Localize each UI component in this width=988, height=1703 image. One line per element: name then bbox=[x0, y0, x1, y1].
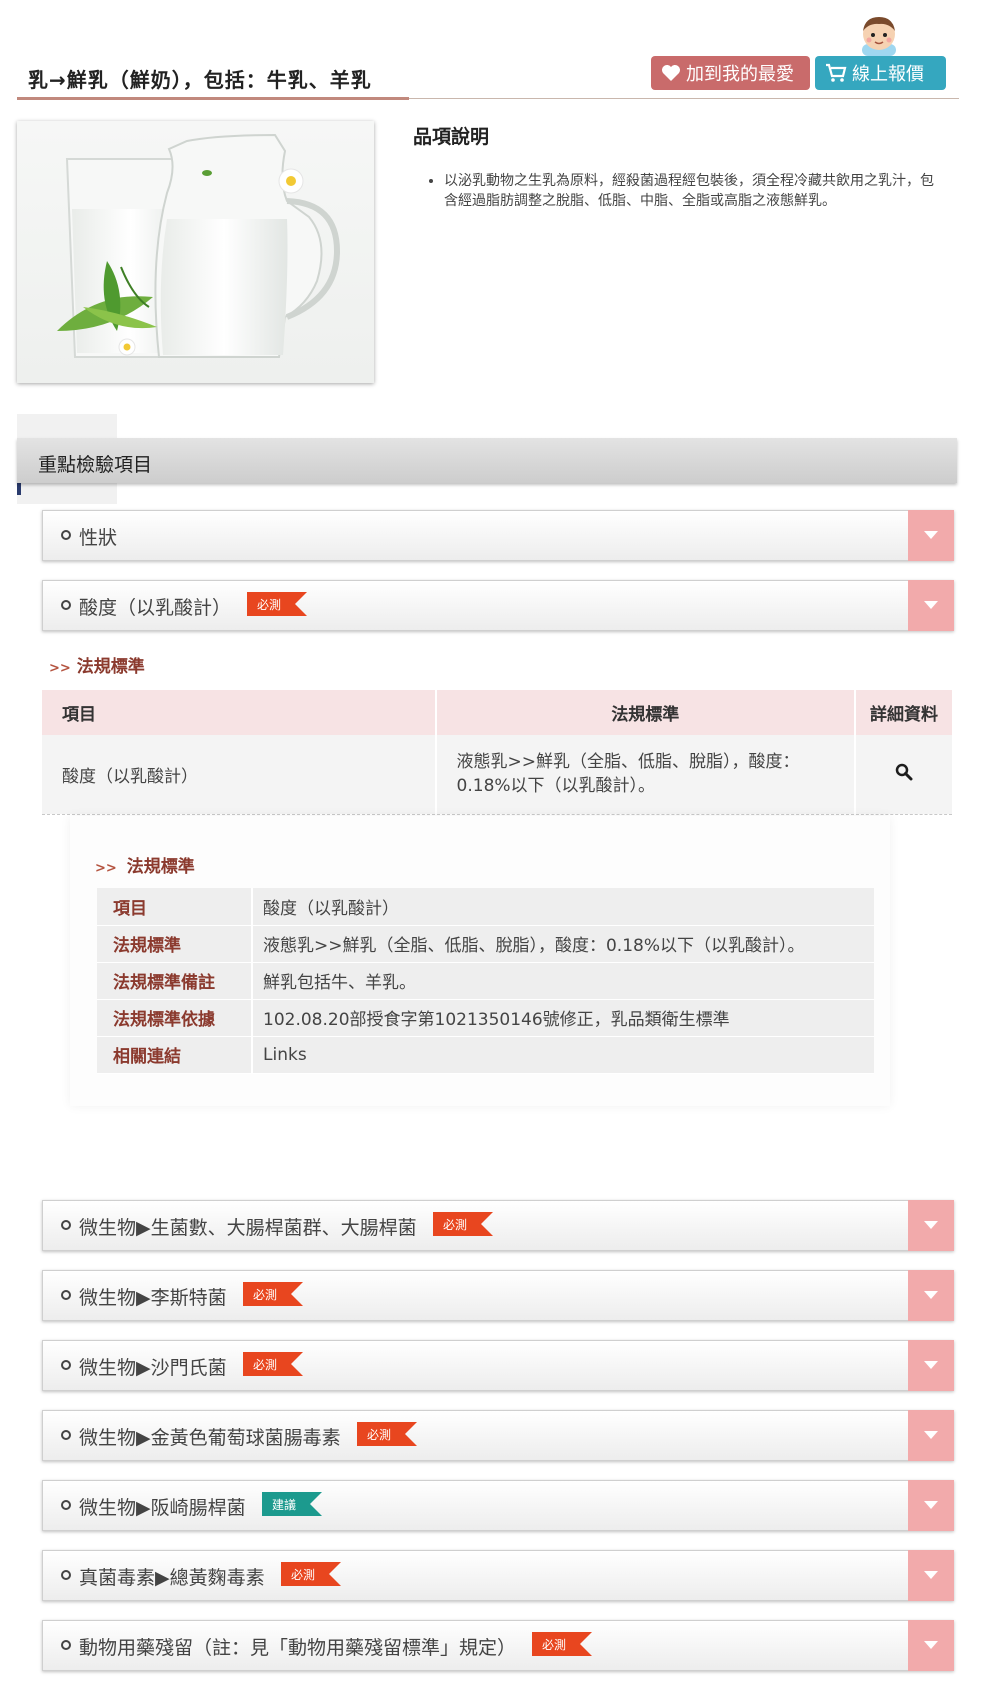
chevron-down-icon[interactable] bbox=[908, 1200, 954, 1251]
chevron-down-icon[interactable] bbox=[908, 1550, 954, 1601]
accordion-item-cronobacter[interactable]: 微生物▶阪崎腸桿菌 建議 bbox=[42, 1480, 954, 1531]
svg-text:必測: 必測 bbox=[367, 1428, 391, 1442]
cell-item: 酸度（以乳酸計） bbox=[42, 735, 437, 815]
add-to-favorites-button[interactable]: 加到我的最愛 bbox=[651, 56, 810, 90]
accordion-label: 微生物▶沙門氏菌 必測 bbox=[79, 1352, 303, 1383]
table-row: 酸度（以乳酸計） 液態乳>>鮮乳（全脂、低脂、脫脂），酸度：0.18%以下（以乳… bbox=[42, 735, 954, 815]
required-tag: 必測 bbox=[356, 1422, 417, 1451]
chevron-down-icon[interactable] bbox=[908, 580, 954, 631]
svg-text:必測: 必測 bbox=[253, 1358, 277, 1372]
svg-text:必測: 必測 bbox=[291, 1568, 315, 1582]
column-header-detail: 詳細資料 bbox=[855, 690, 954, 735]
detail-value: 酸度（以乳酸計） bbox=[252, 888, 874, 926]
table-row: 法規標準 液態乳>>鮮乳（全脂、低脂、脫脂），酸度：0.18%以下（以乳酸計）。 bbox=[97, 925, 874, 963]
column-header-item: 項目 bbox=[42, 690, 437, 735]
detail-cell bbox=[855, 735, 954, 815]
accordion-label: 微生物▶李斯特菌 必測 bbox=[79, 1282, 303, 1313]
accordion-label: 微生物▶金黃色葡萄球菌腸毒素 必測 bbox=[79, 1422, 417, 1453]
accordion-label: 酸度（以乳酸計） 必測 bbox=[79, 592, 308, 623]
title-underline-accent bbox=[17, 97, 409, 100]
accordion-item-staph-enterotoxin[interactable]: 微生物▶金黃色葡萄球菌腸毒素 必測 bbox=[42, 1410, 954, 1461]
accordion-item-acidity[interactable]: 酸度（以乳酸計） 必測 bbox=[42, 580, 954, 631]
accordion-item-aflatoxin[interactable]: 真菌毒素▶總黃麴毒素 必測 bbox=[42, 1550, 954, 1601]
detail-key: 法規標準備註 bbox=[97, 962, 253, 1000]
detail-key: 法規標準依據 bbox=[97, 999, 253, 1037]
cell-standard: 液態乳>>鮮乳（全脂、低脂、脫脂），酸度：0.18%以下（以乳酸計）。 bbox=[435, 735, 857, 815]
table-row: 法規標準備註 鮮乳包括牛、羊乳。 bbox=[97, 962, 874, 1000]
chevron-down-icon[interactable] bbox=[908, 1410, 954, 1461]
add-to-favorites-label: 加到我的最愛 bbox=[686, 64, 794, 85]
accordion-item-salmonella[interactable]: 微生物▶沙門氏菌 必測 bbox=[42, 1340, 954, 1391]
accordion-label: 性狀 bbox=[79, 527, 118, 549]
regulation-table: 項目 法規標準 詳細資料 酸度（以乳酸計） 液態乳>>鮮乳（全脂、低脂、脫脂），… bbox=[42, 690, 954, 815]
circle-bullet-icon bbox=[61, 1360, 71, 1370]
required-tag: 必測 bbox=[280, 1562, 341, 1591]
table-row: 法規標準依據 102.08.20部授食字第1021350146號修正，乳品類衛生標… bbox=[97, 999, 874, 1037]
required-tag: 必測 bbox=[432, 1212, 493, 1241]
double-chevron-icon: >> bbox=[95, 861, 117, 876]
circle-bullet-icon bbox=[61, 1430, 71, 1440]
online-quote-label: 線上報價 bbox=[852, 64, 924, 85]
svg-text:必測: 必測 bbox=[257, 598, 281, 612]
required-tag: 必測 bbox=[242, 1352, 303, 1381]
circle-bullet-icon bbox=[61, 1220, 71, 1230]
suggested-tag: 建議 bbox=[261, 1492, 322, 1521]
svg-text:必測: 必測 bbox=[443, 1218, 467, 1232]
chevron-down-icon[interactable] bbox=[908, 1620, 954, 1671]
accordion-label: 動物用藥殘留（註：見「動物用藥殘留標準」規定） 必測 bbox=[79, 1632, 593, 1663]
circle-bullet-icon bbox=[61, 1570, 71, 1580]
product-photo-milk bbox=[17, 121, 374, 383]
detail-value: 102.08.20部授食字第1021350146號修正，乳品類衛生標準 bbox=[252, 999, 874, 1037]
shopping-cart-icon bbox=[825, 63, 847, 83]
accordion-label: 微生物▶生菌數、大腸桿菌群、大腸桿菌 必測 bbox=[79, 1212, 493, 1243]
chevron-down-icon[interactable] bbox=[908, 1480, 954, 1531]
accordion-item-vet-drug-residue[interactable]: 動物用藥殘留（註：見「動物用藥殘留標準」規定） 必測 bbox=[42, 1620, 954, 1671]
key-inspection-banner: 重點檢驗項目 bbox=[17, 438, 957, 483]
accordion-item-listeria[interactable]: 微生物▶李斯特菌 必測 bbox=[42, 1270, 954, 1321]
required-tag: 必測 bbox=[532, 1632, 593, 1661]
svg-text:建議: 建議 bbox=[272, 1498, 296, 1512]
section-title: 重點檢驗項目 bbox=[38, 454, 153, 476]
related-links[interactable]: Links bbox=[252, 1036, 874, 1074]
svg-text:必測: 必測 bbox=[253, 1288, 277, 1302]
page-title: 乳→鮮乳（鮮奶），包括：牛乳、羊乳 bbox=[28, 68, 372, 92]
table-row: 項目 酸度（以乳酸計） bbox=[97, 888, 874, 926]
table-header-row: 項目 法規標準 詳細資料 bbox=[42, 690, 954, 735]
detail-key: 法規標準 bbox=[97, 925, 253, 963]
description-list: 以泌乳動物之生乳為原料，經殺菌過程經包裝後，須全程冷藏共飲用之乳汁，包含經過脂肪… bbox=[444, 171, 944, 211]
heart-icon bbox=[661, 64, 681, 82]
accordion-label: 微生物▶阪崎腸桿菌 建議 bbox=[79, 1492, 322, 1523]
table-row: 相關連結 Links bbox=[97, 1036, 874, 1074]
description-item: 以泌乳動物之生乳為原料，經殺菌過程經包裝後，須全程冷藏共飲用之乳汁，包含經過脂肪… bbox=[444, 171, 944, 211]
detail-key: 項目 bbox=[97, 888, 253, 926]
required-tag: 必測 bbox=[247, 592, 308, 621]
chevron-down-icon[interactable] bbox=[908, 510, 954, 561]
accordion-item-appearance[interactable]: 性狀 bbox=[42, 510, 954, 561]
accordion-label: 真菌毒素▶總黃麴毒素 必測 bbox=[79, 1562, 341, 1593]
circle-bullet-icon bbox=[61, 1500, 71, 1510]
circle-bullet-icon bbox=[61, 1640, 71, 1650]
detail-table: 項目 酸度（以乳酸計） 法規標準 液態乳>>鮮乳（全脂、低脂、脫脂），酸度：0.18… bbox=[97, 888, 874, 1074]
accordion-item-microbe-count[interactable]: 微生物▶生菌數、大腸桿菌群、大腸桿菌 必測 bbox=[42, 1200, 954, 1251]
chevron-down-icon[interactable] bbox=[908, 1270, 954, 1321]
required-tag: 必測 bbox=[242, 1282, 303, 1311]
mascot-avatar-icon bbox=[856, 14, 902, 56]
detail-value: 鮮乳包括牛、羊乳。 bbox=[252, 962, 874, 1000]
section-banner-fold-mark bbox=[17, 483, 21, 495]
magnifier-icon[interactable] bbox=[895, 763, 913, 786]
circle-bullet-icon bbox=[61, 530, 71, 540]
detail-heading: >> 法規標準 bbox=[95, 857, 195, 877]
svg-text:必測: 必測 bbox=[542, 1638, 566, 1652]
description-heading: 品項說明 bbox=[413, 126, 490, 148]
double-chevron-icon: >> bbox=[49, 661, 71, 676]
detail-key: 相關連結 bbox=[97, 1036, 253, 1074]
online-quote-button[interactable]: 線上報價 bbox=[815, 56, 946, 90]
circle-bullet-icon bbox=[61, 1290, 71, 1300]
circle-bullet-icon bbox=[61, 600, 71, 610]
chevron-down-icon[interactable] bbox=[908, 1340, 954, 1391]
column-header-standard: 法規標準 bbox=[435, 690, 857, 735]
detail-value: 液態乳>>鮮乳（全脂、低脂、脫脂），酸度：0.18%以下（以乳酸計）。 bbox=[252, 925, 874, 963]
regulation-heading: >> 法規標準 bbox=[49, 657, 145, 677]
